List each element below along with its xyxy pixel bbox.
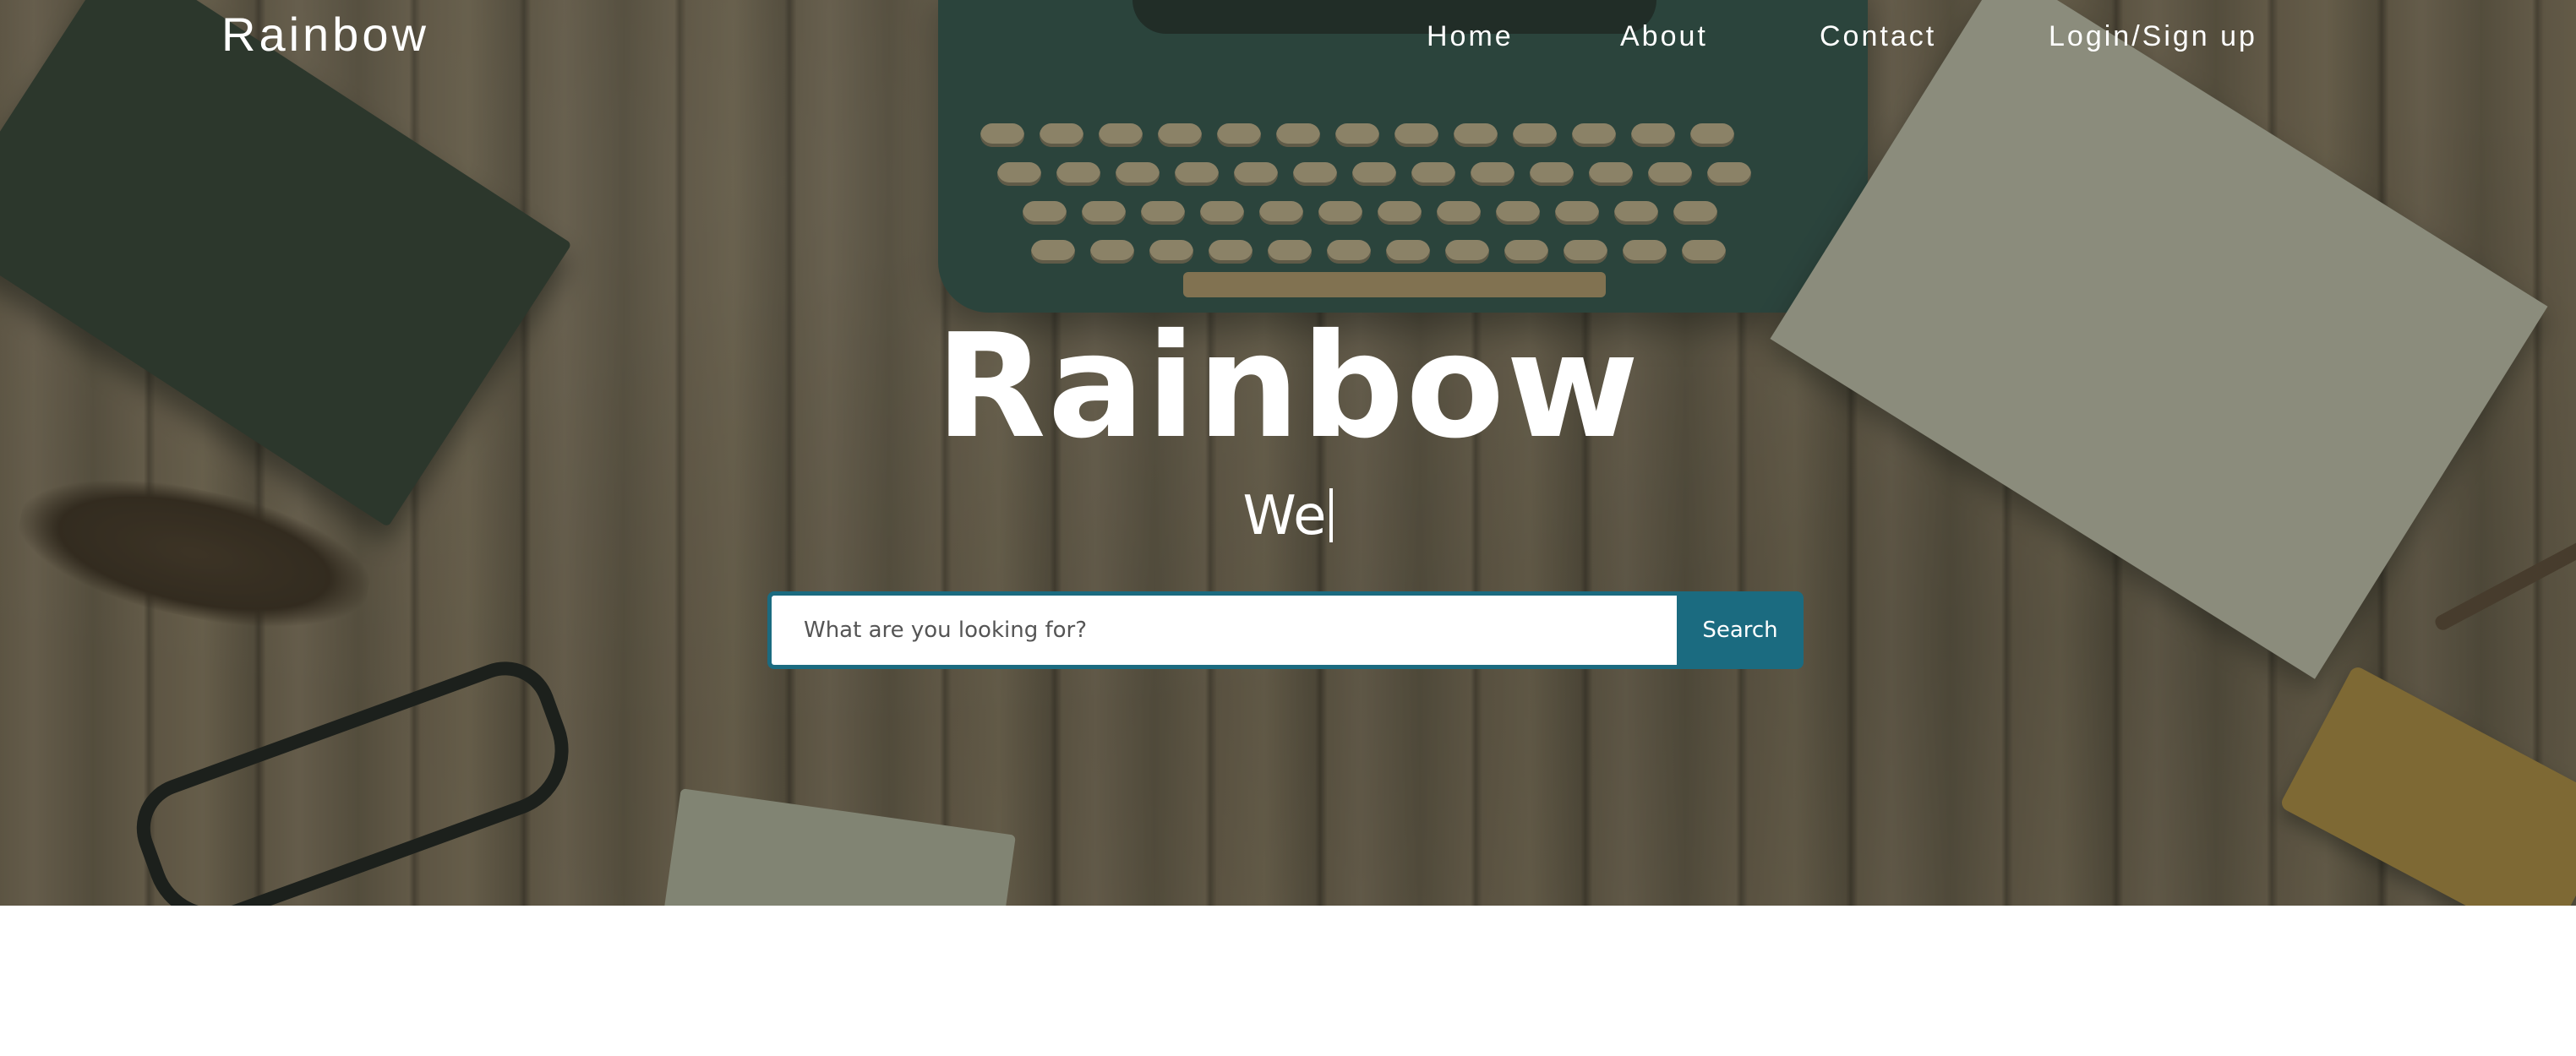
content-area-below-hero [0, 906, 2576, 1056]
nav-link-about[interactable]: About [1620, 15, 1708, 57]
search-form: Search [767, 591, 1804, 669]
hero-section: Rainbow Home About Contact Login/Sign up… [0, 0, 2576, 906]
text-cursor-icon [1329, 488, 1334, 542]
nav-link-login-signup[interactable]: Login/Sign up [2049, 15, 2257, 57]
search-input[interactable] [767, 591, 1677, 669]
top-navigation: Rainbow Home About Contact Login/Sign up [0, 0, 2576, 73]
brand-logo-link[interactable]: Rainbow [221, 5, 429, 64]
hero-typing-subtitle: We [0, 478, 2576, 554]
hero-title: Rainbow [935, 303, 1641, 471]
search-button[interactable]: Search [1677, 591, 1804, 669]
nav-link-contact[interactable]: Contact [1820, 15, 1936, 57]
nav-link-home[interactable]: Home [1427, 15, 1514, 57]
hero-subtitle-text: We [1242, 485, 1327, 547]
